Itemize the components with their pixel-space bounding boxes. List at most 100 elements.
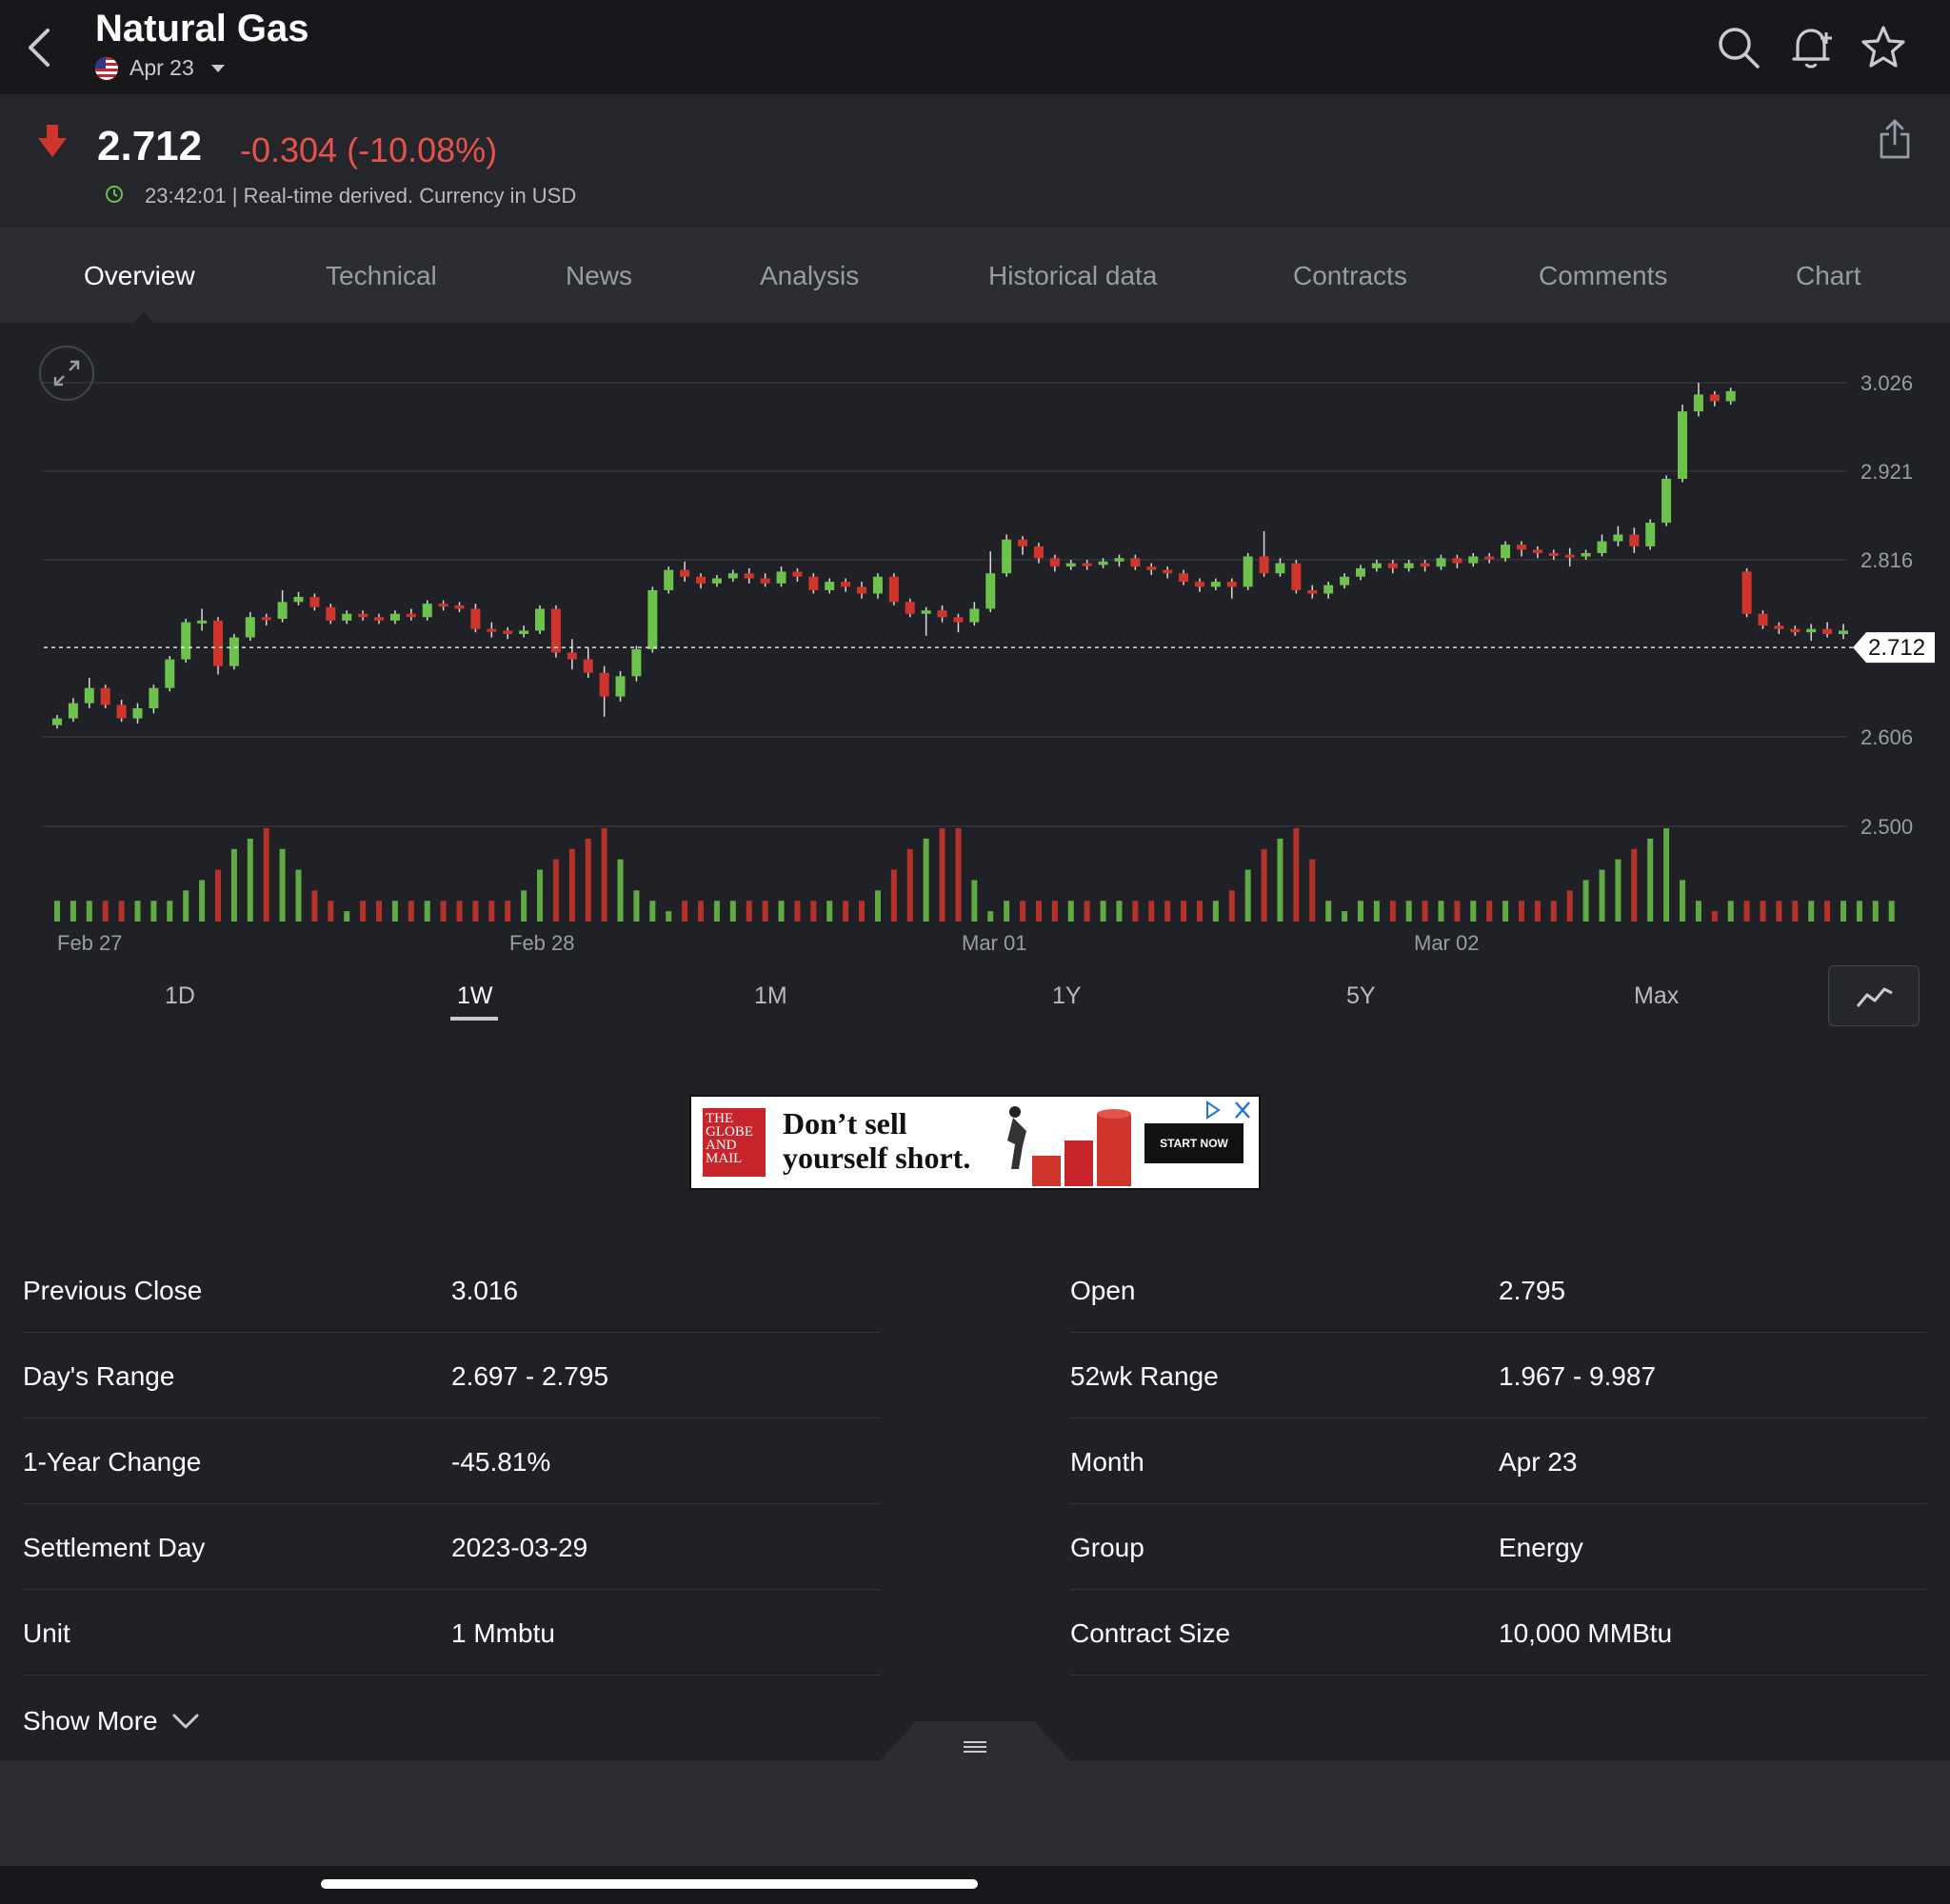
volume-bar — [263, 828, 269, 922]
back-arrow-icon[interactable] — [21, 25, 59, 70]
volume-bar — [1776, 901, 1782, 922]
contract-selector[interactable]: Apr 23 — [95, 55, 225, 81]
candle-body — [132, 707, 143, 719]
volume-bar — [874, 890, 881, 922]
volume-bar — [1422, 901, 1428, 922]
quote-meta: 23:42:01 | Real-time derived. Currency i… — [145, 184, 577, 208]
volume-bar — [1051, 901, 1058, 922]
stat-label: Contract Size — [1070, 1618, 1231, 1648]
add-alert-bell-icon[interactable] — [1786, 23, 1836, 72]
volume-bar — [762, 901, 768, 922]
home-indicator[interactable] — [321, 1879, 978, 1889]
ad-close-icon[interactable] — [1200, 1099, 1257, 1121]
volume-bar — [1116, 901, 1123, 922]
candle-body — [293, 597, 304, 603]
volume-bar — [1438, 901, 1444, 922]
star-icon[interactable] — [1859, 23, 1908, 72]
volume-bar — [713, 901, 720, 922]
volume-bar — [633, 890, 640, 922]
x-tick-label: Feb 28 — [509, 931, 575, 955]
candle-body — [374, 617, 385, 621]
candle-body — [615, 676, 626, 697]
volume-bar — [729, 901, 736, 922]
tab-news[interactable]: News — [566, 261, 632, 291]
volume-bar — [279, 848, 286, 922]
volume-bar — [1261, 848, 1267, 922]
range-1y[interactable]: 1Y — [1052, 982, 1082, 1010]
x-tick-label: Mar 01 — [962, 931, 1026, 955]
stat-row: Contract Size 10,000 MMBtu — [1070, 1590, 1927, 1676]
tab-contracts[interactable]: Contracts — [1293, 261, 1407, 291]
volume-bar — [923, 838, 929, 922]
volume-bar — [440, 901, 447, 922]
candle-body — [454, 605, 465, 609]
volume-bar — [1067, 901, 1074, 922]
candle-body — [1484, 556, 1495, 560]
stat-row: Settlement Day 2023-03-29 — [23, 1504, 880, 1590]
stat-label: Group — [1070, 1533, 1144, 1562]
candle-body — [1065, 563, 1076, 567]
stat-row: Day's Range 2.697 - 2.795 — [23, 1333, 880, 1418]
candle-body — [1501, 545, 1511, 559]
expand-icon[interactable] — [38, 345, 95, 402]
volume-bar — [344, 911, 350, 922]
candle-body — [1725, 390, 1736, 402]
show-more-button[interactable]: Show More — [23, 1706, 200, 1736]
volume-bar — [810, 901, 817, 922]
volume-bar — [376, 901, 383, 922]
volume-bar — [859, 901, 866, 922]
volume-bar — [1389, 901, 1396, 922]
candle-body — [825, 582, 835, 590]
volume-bar — [971, 880, 978, 922]
tab-overview[interactable]: Overview — [84, 261, 195, 291]
advertisement-banner[interactable]: THE GLOBE AND MAIL Don’t sell yourself s… — [689, 1095, 1261, 1190]
range-5y[interactable]: 5Y — [1346, 982, 1376, 1010]
volume-bar — [601, 828, 607, 922]
stat-value: 1 Mmbtu — [451, 1618, 555, 1648]
volume-bar — [1502, 901, 1509, 922]
range-max[interactable]: Max — [1634, 982, 1679, 1010]
tab-analysis[interactable]: Analysis — [760, 261, 859, 291]
candle-body — [1774, 625, 1784, 629]
candle-body — [583, 659, 593, 673]
candle-body — [84, 687, 94, 704]
range-1d[interactable]: 1D — [165, 982, 195, 1010]
ad-start-now-button[interactable]: START NOW — [1144, 1123, 1244, 1163]
stat-value: 2.697 - 2.795 — [451, 1361, 609, 1391]
volume-bar — [666, 911, 672, 922]
tab-chart[interactable]: Chart — [1796, 261, 1860, 291]
range-1m[interactable]: 1M — [754, 982, 787, 1010]
candle-body — [1403, 563, 1414, 568]
stat-value: 2023-03-29 — [451, 1533, 588, 1562]
candle-body — [744, 573, 754, 579]
volume-bar — [247, 838, 253, 922]
volume-bar — [521, 890, 527, 922]
candle-body — [792, 571, 803, 577]
volume-bar — [1277, 838, 1283, 922]
volume-bar — [843, 901, 849, 922]
candle-body — [1516, 545, 1526, 550]
tab-technical[interactable]: Technical — [326, 261, 437, 291]
search-icon[interactable] — [1714, 23, 1763, 72]
volume-bar — [1711, 911, 1718, 922]
candlestick-chart[interactable]: 3.026 2.921 2.816 2.606 2.500 Feb 27 Feb 28 Ma… — [0, 324, 1950, 971]
tab-comments[interactable]: Comments — [1539, 261, 1667, 291]
drawer-handle[interactable] — [878, 1721, 1072, 1763]
line-chart-icon — [1856, 987, 1893, 1007]
candle-body — [1226, 582, 1237, 587]
price-chart[interactable]: 3.026 2.921 2.816 2.606 2.500 Feb 27 Feb 28 Ma… — [0, 324, 1950, 1047]
volume-bar — [1534, 901, 1541, 922]
volume-bar — [408, 901, 414, 922]
volume-bar — [1808, 901, 1815, 922]
stat-label: Month — [1070, 1447, 1144, 1477]
tab-historical-data[interactable]: Historical data — [988, 261, 1157, 291]
chart-type-button[interactable] — [1828, 965, 1920, 1026]
candle-body — [116, 704, 127, 719]
candle-body — [1581, 552, 1591, 557]
share-icon[interactable] — [1878, 117, 1912, 161]
candle-body — [1613, 534, 1623, 542]
range-1w[interactable]: 1W — [457, 982, 493, 1010]
candle-body — [438, 604, 448, 607]
candle-body — [1259, 556, 1269, 574]
ad-headline-line-2: yourself short. — [783, 1140, 971, 1175]
